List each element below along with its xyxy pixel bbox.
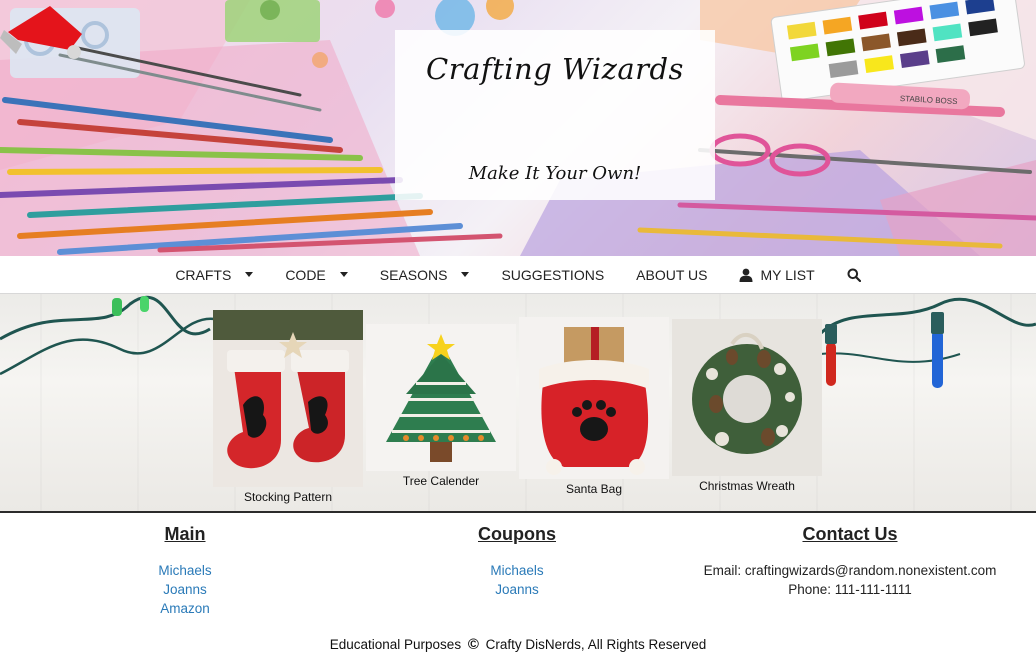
coupon-link-michaels[interactable]: Michaels [417, 561, 617, 580]
nav-crafts[interactable]: CRAFTS [175, 266, 254, 283]
contact-phone: Phone: 111-111-1111 [788, 582, 912, 597]
search-icon [847, 268, 861, 282]
user-icon [739, 268, 753, 282]
site-tagline: Make It Your Own! [468, 163, 642, 184]
craft-supplies-background: STABILO BOSS [0, 0, 1036, 256]
nav-my-list[interactable]: MY LIST [739, 266, 815, 283]
copyright-notice: Educational Purposes © Crafty DisNerds, … [0, 636, 1036, 653]
featured-card-santa-bag[interactable]: Santa Bag [519, 317, 669, 496]
card-label: Christmas Wreath [699, 479, 795, 493]
tree-calender-image[interactable] [366, 324, 516, 471]
nav-code-label: CODE [285, 266, 326, 283]
stocking-pattern-image[interactable] [213, 310, 363, 487]
card-label: Santa Bag [565, 482, 623, 496]
copyright-left-text: Educational Purposes [329, 637, 462, 652]
coupon-link-joanns[interactable]: Joanns [417, 580, 617, 599]
featured-crafts-section: Stocking Pattern Tree Calender Santa Bag… [0, 294, 1036, 513]
nav-suggestions-label: SUGGESTIONS [501, 266, 605, 283]
nav-code[interactable]: CODE [285, 266, 348, 283]
featured-card-tree-calender[interactable]: Tree Calender [366, 324, 516, 488]
footer-link-amazon[interactable]: Amazon [85, 599, 285, 618]
card-label: Stocking Pattern [243, 490, 333, 504]
footer-main-heading: Main [164, 524, 206, 544]
contact-email: Email: craftingwizards@random.nonexisten… [703, 563, 997, 578]
santa-hat-logo-icon [0, 6, 82, 59]
main-navigation: CRAFTS CODE SEASONS SUGGESTIONS ABOUT US… [0, 256, 1036, 294]
footer-link-michaels[interactable]: Michaels [85, 561, 285, 580]
caret-down-icon [339, 272, 348, 277]
header-banner: STABILO BOSS Crafting Wizards Make It Yo… [0, 0, 1036, 256]
footer-link-joanns[interactable]: Joanns [85, 580, 285, 599]
footer-coupons-heading: Coupons [478, 524, 556, 544]
christmas-lights-background [0, 295, 1036, 388]
christmas-wreath-image[interactable] [672, 319, 822, 476]
nav-search-button[interactable] [847, 268, 861, 282]
nav-suggestions[interactable]: SUGGESTIONS [501, 267, 604, 283]
footer-contact-heading: Contact Us [802, 524, 898, 544]
featured-card-stocking-pattern[interactable]: Stocking Pattern [213, 310, 363, 504]
site-title: Crafting Wizards [426, 52, 684, 86]
nav-seasons[interactable]: SEASONS [380, 267, 470, 283]
featured-card-christmas-wreath[interactable]: Christmas Wreath [672, 319, 822, 493]
caret-down-icon [245, 272, 254, 277]
santa-bag-image[interactable] [519, 317, 669, 479]
nav-about-us-label: ABOUT US [636, 266, 708, 283]
copyright-right-text: Crafty DisNerds, All Rights Reserved [485, 637, 707, 652]
footer-coupons-column: Coupons Michaels Joanns [417, 524, 617, 599]
nav-my-list-label: MY LIST [760, 266, 815, 283]
copyright-icon: © [467, 636, 479, 653]
card-label: Tree Calender [402, 474, 480, 488]
nav-seasons-label: SEASONS [379, 266, 448, 283]
nav-about-us[interactable]: ABOUT US [636, 267, 707, 283]
footer-main-column: Main Michaels Joanns Amazon [85, 524, 285, 618]
nav-crafts-label: CRAFTS [175, 266, 232, 283]
footer-contact-column: Contact Us Email: craftingwizards@random… [680, 524, 1020, 599]
caret-down-icon [461, 272, 470, 277]
